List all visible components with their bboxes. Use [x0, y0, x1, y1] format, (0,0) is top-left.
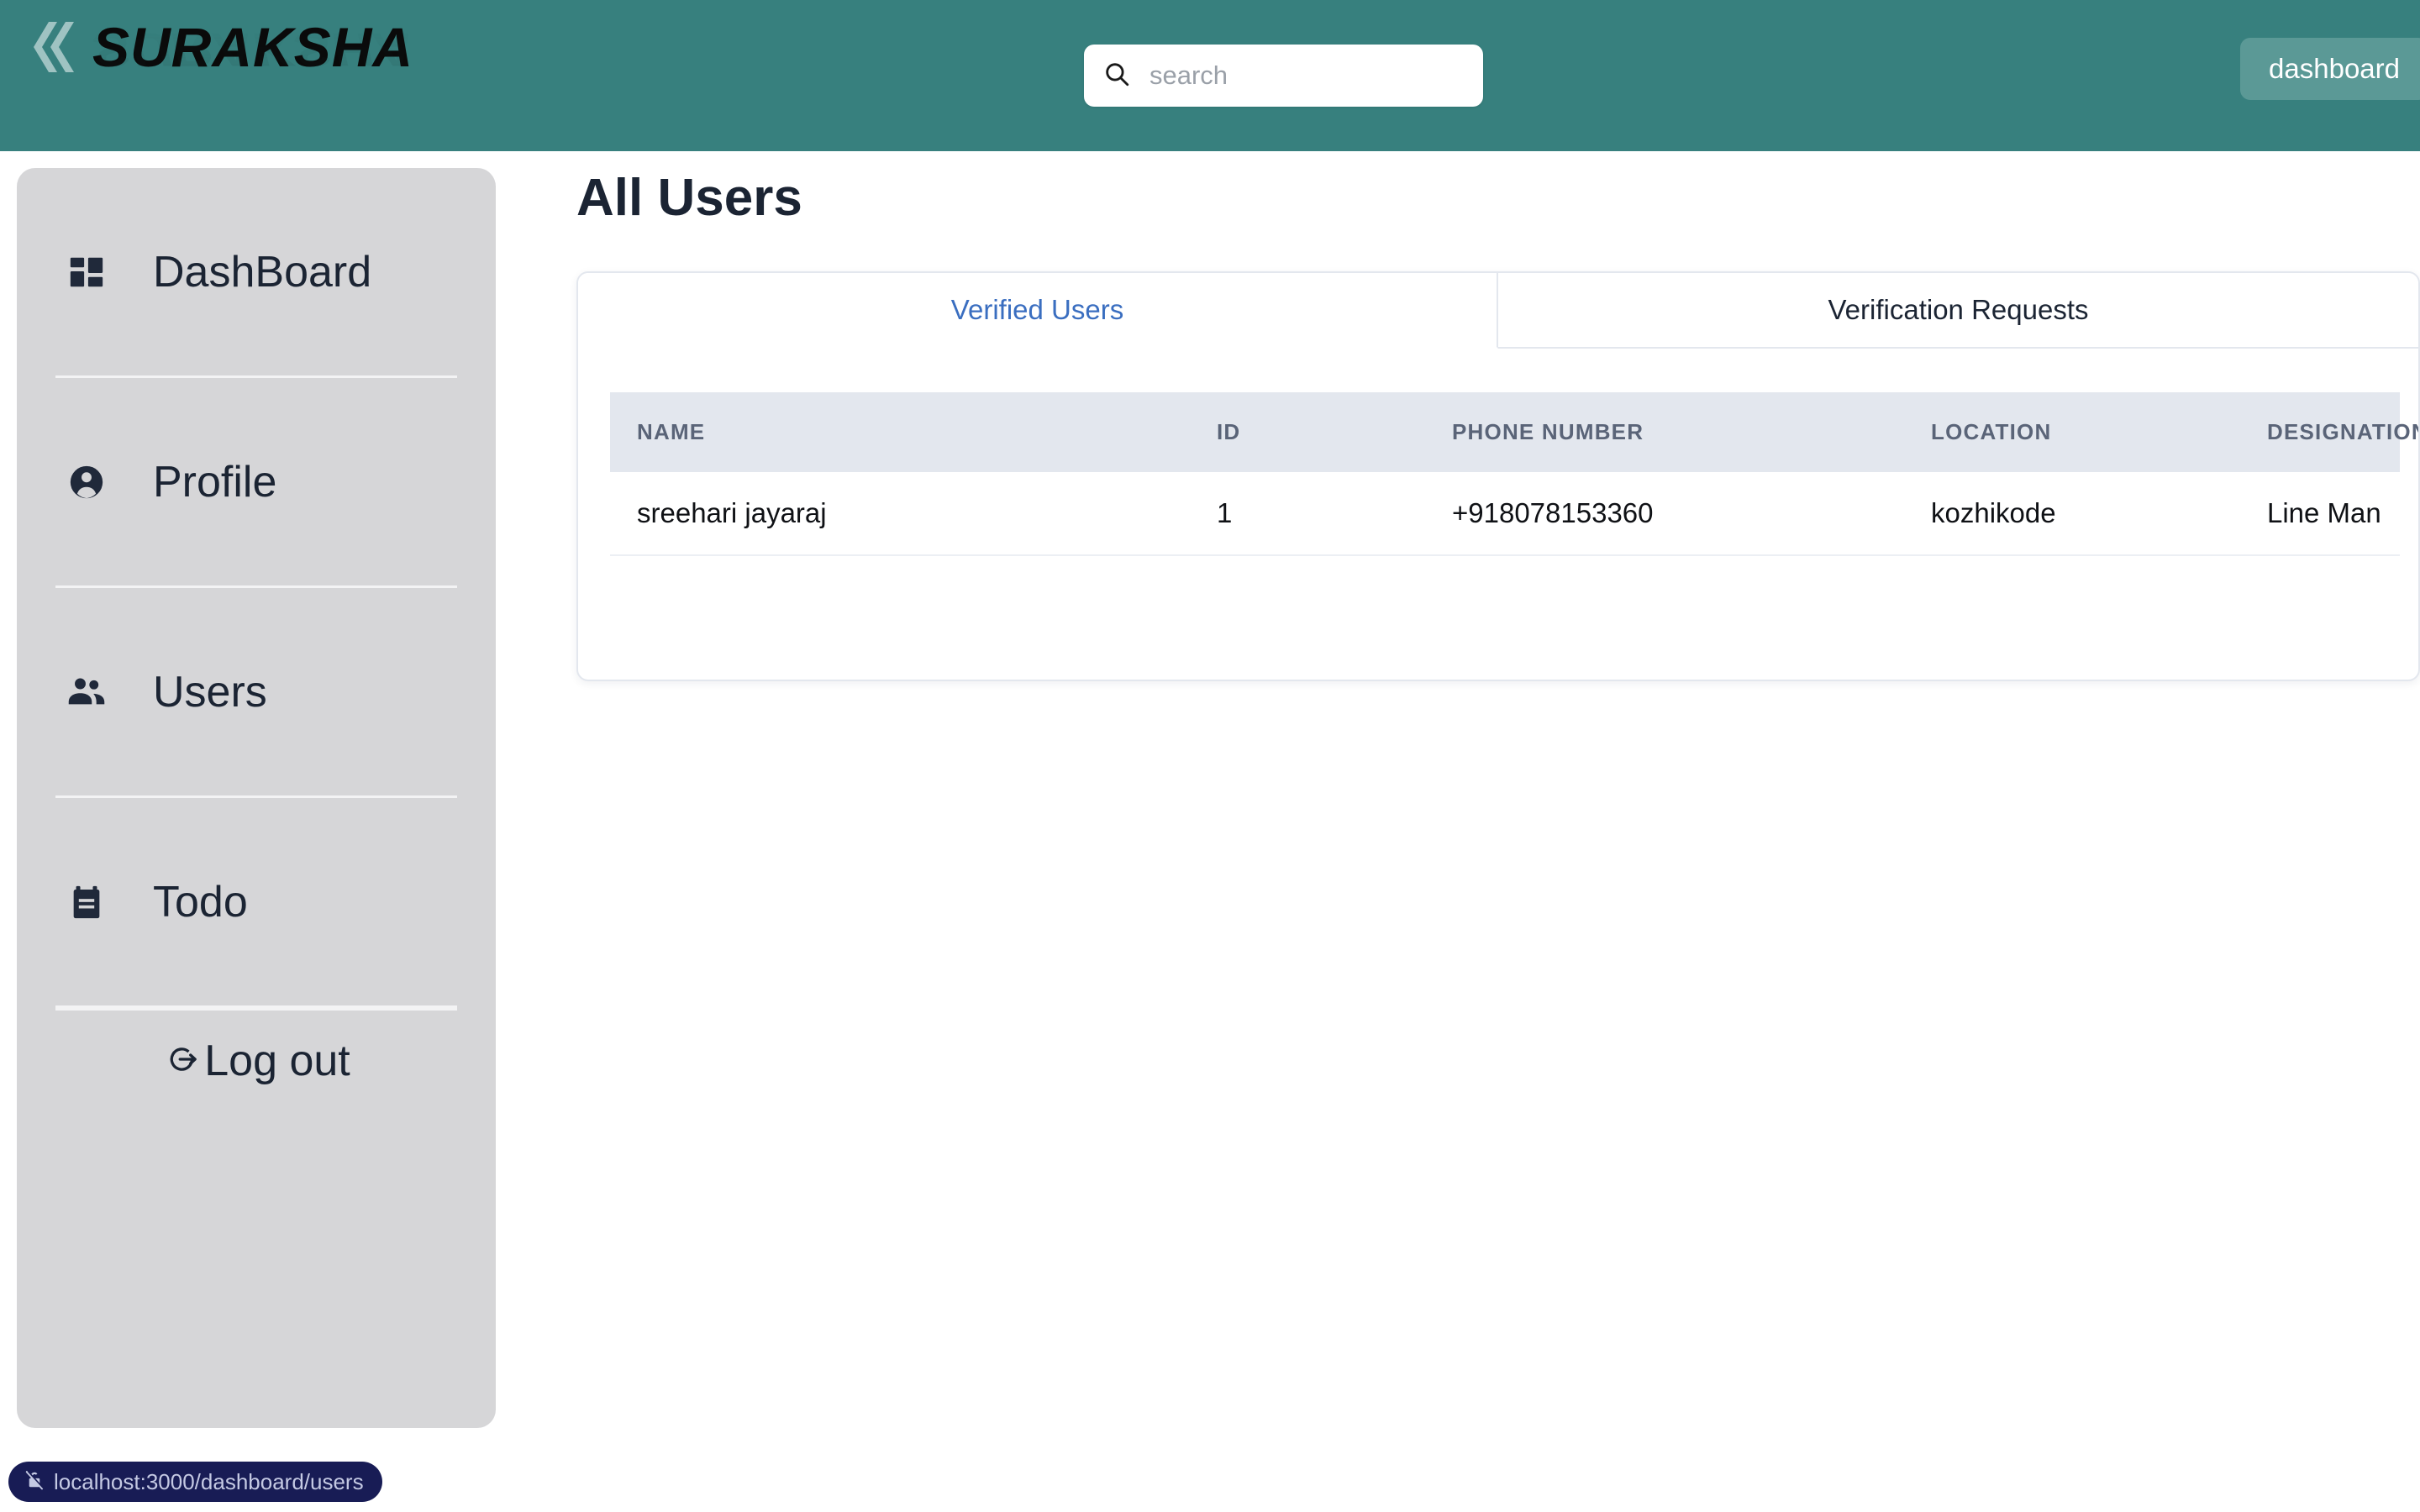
sidebar-item-dashboard[interactable]: DashBoard [55, 168, 457, 378]
tab-label: Verified Users [951, 294, 1123, 326]
brand-title: SURAKSHA [92, 19, 413, 75]
logout-button[interactable]: Log out [55, 1011, 457, 1111]
table-body: sreehari jayaraj 1 +918078153360 kozhiko… [610, 472, 2400, 555]
search-box[interactable] [1084, 45, 1483, 107]
sidebar-item-label: Users [153, 667, 267, 717]
top-header-bar: SURAKSHA SURAKSHA dashboard [0, 0, 2420, 151]
cell-name: sreehari jayaraj [610, 472, 1190, 555]
sidebar: DashBoard Profile Users [17, 168, 496, 1428]
account-circle-icon [55, 463, 118, 501]
sidebar-item-label: Profile [153, 457, 276, 507]
clipboard-icon [55, 883, 118, 921]
cell-location: kozhikode [1904, 472, 2240, 555]
column-header-id[interactable]: ID [1190, 392, 1425, 472]
brand-logo[interactable]: SURAKSHA SURAKSHA [17, 7, 413, 87]
search-icon [1102, 60, 1131, 92]
main-content: All Users Verified Users Verification Re… [576, 168, 2420, 681]
logout-circle-arrow-icon [162, 1038, 204, 1084]
search-input[interactable] [1150, 60, 1452, 91]
tab-label: Verification Requests [1828, 294, 2088, 326]
sidebar-item-todo[interactable]: Todo [55, 798, 457, 1008]
lock-crossed-icon [24, 1469, 45, 1495]
sidebar-item-users[interactable]: Users [55, 588, 457, 798]
column-header-phone[interactable]: PHONE NUMBER [1425, 392, 1904, 472]
column-header-location[interactable]: LOCATION [1904, 392, 2240, 472]
sidebar-item-label: Todo [153, 877, 248, 927]
table-head: NAME ID PHONE NUMBER LOCATION DESIGNATIO… [610, 392, 2400, 472]
logout-label: Log out [204, 1036, 350, 1086]
sidebar-item-profile[interactable]: Profile [55, 378, 457, 588]
status-bar-url-text: localhost:3000/dashboard/users [54, 1469, 364, 1495]
users-table: NAME ID PHONE NUMBER LOCATION DESIGNATIO… [610, 392, 2400, 556]
column-header-designation[interactable]: DESIGNATION [2240, 392, 2400, 472]
dashboard-button[interactable]: dashboard [2240, 38, 2420, 100]
tab-bar: Verified Users Verification Requests [578, 273, 2418, 349]
page-title: All Users [576, 168, 2420, 228]
cell-id: 1 [1190, 472, 1425, 555]
users-card: Verified Users Verification Requests NAM… [576, 271, 2420, 681]
dashboard-grid-icon [55, 253, 118, 291]
people-icon [55, 671, 118, 713]
column-header-name[interactable]: NAME [610, 392, 1190, 472]
tab-verified-users[interactable]: Verified Users [578, 273, 1498, 349]
cell-phone: +918078153360 [1425, 472, 1904, 555]
status-bar-url: localhost:3000/dashboard/users [8, 1462, 382, 1502]
table-row[interactable]: sreehari jayaraj 1 +918078153360 kozhiko… [610, 472, 2400, 555]
tab-verification-requests[interactable]: Verification Requests [1498, 273, 2418, 349]
double-chevron-left-icon [17, 7, 89, 87]
sidebar-item-label: DashBoard [153, 247, 371, 297]
cell-designation: Line Man [2240, 472, 2400, 555]
table-header-row: NAME ID PHONE NUMBER LOCATION DESIGNATIO… [610, 392, 2400, 472]
